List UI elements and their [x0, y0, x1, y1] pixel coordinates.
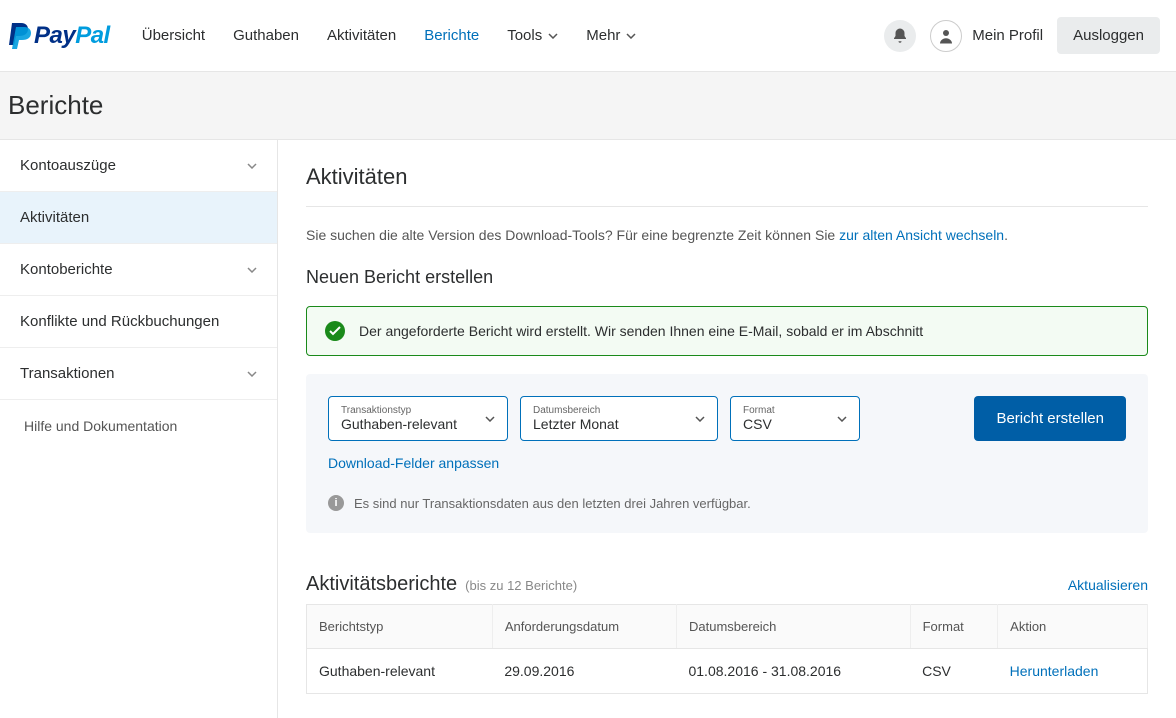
main-nav: Übersicht Guthaben Aktivitäten Berichte … — [142, 27, 637, 44]
info-icon: i — [328, 495, 344, 511]
sidebar-item-transactions[interactable]: Transaktionen — [0, 348, 277, 400]
field-label: Transaktionstyp — [341, 405, 469, 416]
sidebar-item-disputes[interactable]: Konflikte und Rückbuchungen — [0, 296, 277, 348]
chevron-down-icon — [837, 416, 847, 422]
notifications-button[interactable] — [884, 20, 916, 52]
chevron-down-icon — [485, 416, 495, 422]
field-label: Format — [743, 405, 821, 416]
customize-fields-link[interactable]: Download-Felder anpassen — [328, 455, 499, 471]
col-action: Aktion — [998, 605, 1148, 649]
table-row: Guthaben-relevant 29.09.2016 01.08.2016 … — [307, 649, 1148, 694]
logout-button[interactable]: Ausloggen — [1057, 17, 1160, 54]
col-request-date: Anforderungsdatum — [492, 605, 676, 649]
chevron-down-icon — [626, 33, 636, 39]
checkmark-circle-icon — [325, 321, 345, 341]
sidebar-item-label: Transaktionen — [20, 365, 115, 382]
divider — [306, 206, 1148, 207]
page-title-bar: Berichte — [0, 72, 1176, 140]
cell-request-date: 29.09.2016 — [492, 649, 676, 694]
field-value: CSV — [743, 416, 821, 432]
reports-list-subtitle: (bis zu 12 Berichte) — [465, 578, 577, 593]
nav-reports[interactable]: Berichte — [424, 27, 479, 44]
sidebar-item-statements[interactable]: Kontoauszüge — [0, 140, 277, 192]
paypal-monogram-icon — [8, 21, 34, 51]
chevron-down-icon — [548, 33, 558, 39]
nav-tools[interactable]: Tools — [507, 27, 558, 44]
create-report-form: Transaktionstyp Guthaben-relevant Datums… — [306, 374, 1148, 533]
nav-activities[interactable]: Aktivitäten — [327, 27, 396, 44]
success-banner: Der angeforderte Bericht wird erstellt. … — [306, 306, 1148, 356]
legacy-info-text: Sie suchen die alte Version des Download… — [306, 227, 1148, 243]
chevron-down-icon — [695, 416, 705, 422]
col-date-range: Datumsbereich — [676, 605, 910, 649]
legacy-view-link[interactable]: zur alten Ansicht wechseln — [839, 227, 1004, 243]
sidebar-item-activities[interactable]: Aktivitäten — [0, 192, 277, 244]
sidebar-item-help[interactable]: Hilfe und Dokumentation — [0, 400, 277, 452]
bell-icon — [891, 27, 909, 45]
availability-note: i Es sind nur Transaktionsdaten aus den … — [328, 495, 1126, 511]
refresh-link[interactable]: Aktualisieren — [1068, 577, 1148, 593]
profile-label: Mein Profil — [972, 27, 1043, 44]
nav-balance[interactable]: Guthaben — [233, 27, 299, 44]
reports-list-title: Aktivitätsberichte — [306, 573, 457, 596]
section-title: Aktivitäten — [306, 164, 1148, 190]
chevron-down-icon — [247, 163, 257, 169]
transaction-type-select[interactable]: Transaktionstyp Guthaben-relevant — [328, 396, 508, 441]
cell-format: CSV — [910, 649, 998, 694]
main-content: Aktivitäten Sie suchen die alte Version … — [278, 140, 1176, 718]
sidebar-item-label: Aktivitäten — [20, 209, 89, 226]
reports-table: Berichtstyp Anforderungsdatum Datumsbere… — [306, 604, 1148, 694]
sidebar-item-label: Konflikte und Rückbuchungen — [20, 313, 219, 330]
col-report-type: Berichtstyp — [307, 605, 493, 649]
header: PayPal Übersicht Guthaben Aktivitäten Be… — [0, 0, 1176, 72]
user-icon — [937, 27, 955, 45]
sidebar: Kontoauszüge Aktivitäten Kontoberichte K… — [0, 140, 278, 718]
sidebar-item-label: Hilfe und Dokumentation — [24, 418, 177, 434]
sidebar-item-account-reports[interactable]: Kontoberichte — [0, 244, 277, 296]
nav-overview[interactable]: Übersicht — [142, 27, 205, 44]
success-text: Der angeforderte Bericht wird erstellt. … — [359, 323, 923, 339]
cell-date-range: 01.08.2016 - 31.08.2016 — [676, 649, 910, 694]
chevron-down-icon — [247, 371, 257, 377]
page-title: Berichte — [8, 90, 1168, 121]
profile-menu[interactable]: Mein Profil — [930, 20, 1043, 52]
field-value: Guthaben-relevant — [341, 416, 469, 432]
sidebar-item-label: Kontoberichte — [20, 261, 113, 278]
create-report-button[interactable]: Bericht erstellen — [974, 396, 1126, 441]
header-right: Mein Profil Ausloggen — [884, 17, 1160, 54]
format-select[interactable]: Format CSV — [730, 396, 860, 441]
cell-report-type: Guthaben-relevant — [307, 649, 493, 694]
cell-action: Herunterladen — [998, 649, 1148, 694]
table-header-row: Berichtstyp Anforderungsdatum Datumsbere… — [307, 605, 1148, 649]
paypal-logo[interactable]: PayPal — [8, 21, 118, 51]
sidebar-item-label: Kontoauszüge — [20, 157, 116, 174]
create-report-title: Neuen Bericht erstellen — [306, 267, 1148, 288]
download-link[interactable]: Herunterladen — [1010, 663, 1099, 679]
field-value: Letzter Monat — [533, 416, 679, 432]
chevron-down-icon — [247, 267, 257, 273]
col-format: Format — [910, 605, 998, 649]
date-range-select[interactable]: Datumsbereich Letzter Monat — [520, 396, 718, 441]
nav-more[interactable]: Mehr — [586, 27, 636, 44]
field-label: Datumsbereich — [533, 405, 679, 416]
